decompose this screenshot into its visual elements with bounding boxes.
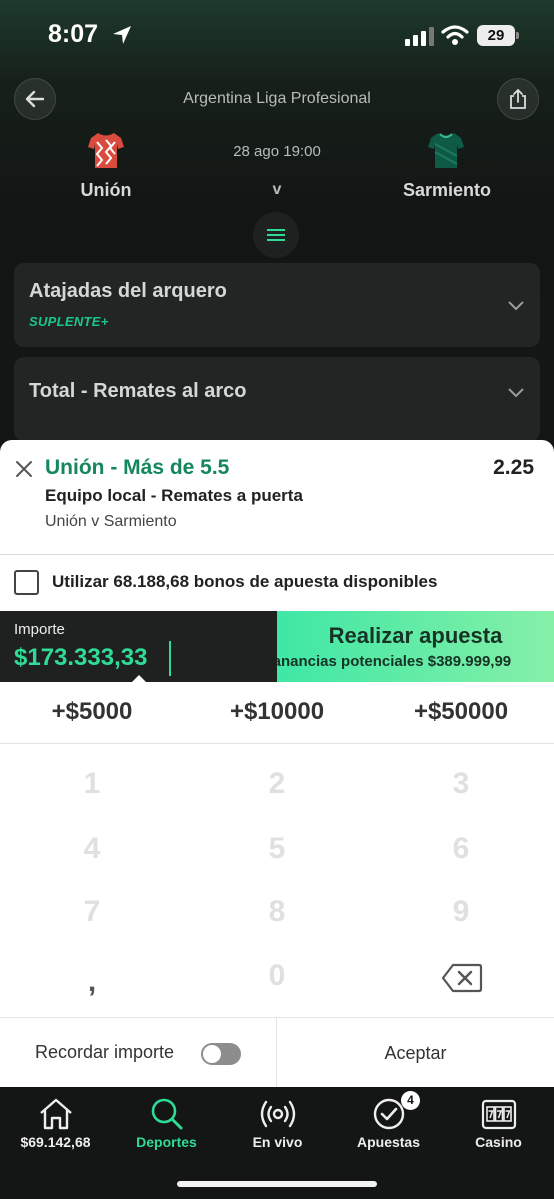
market-menu-button[interactable]: [253, 212, 299, 258]
stake-label: Importe: [14, 621, 65, 638]
selection-market: Equipo local - Remates a puerta: [45, 486, 303, 505]
market-title: Total - Remates al arco: [29, 380, 247, 402]
market-card-goalkeeper-saves[interactable]: Atajadas del arquero SUPLENTE+: [14, 263, 540, 347]
close-icon[interactable]: [14, 459, 34, 479]
battery-cap: [516, 32, 519, 39]
stake-pointer: [132, 675, 146, 682]
status-time: 8:07: [48, 20, 99, 48]
bet-selection: Unión - Más de 5.5 2.25 Equipo local - R…: [0, 440, 554, 555]
nav-item-live[interactable]: En vivo: [222, 1087, 333, 1162]
key-7[interactable]: 7: [32, 887, 152, 937]
backspace-icon[interactable]: [441, 963, 483, 993]
cellular-signal-icon: [405, 27, 434, 46]
key-9[interactable]: 9: [401, 887, 521, 937]
bonus-row: Utilizar 68.188,68 bonos de apuesta disp…: [0, 556, 554, 611]
match-date: 28 ago 19:00: [233, 143, 321, 160]
key-comma[interactable]: ,: [32, 957, 152, 1007]
home-icon: [40, 1098, 72, 1130]
remember-stake-toggle[interactable]: [201, 1043, 241, 1065]
live-icon: [260, 1100, 296, 1128]
market-title: Atajadas del arquero: [29, 280, 227, 302]
bonus-label: Utilizar 68.188,68 bonos de apuesta disp…: [52, 572, 438, 591]
nav-item-home[interactable]: $69.142,68: [0, 1087, 111, 1162]
status-bar: 8:07 29: [0, 0, 554, 70]
selection-odds: 2.25: [493, 456, 534, 479]
chevron-down-icon: [508, 301, 524, 311]
league-title: Argentina Liga Profesional: [183, 90, 371, 107]
nav-item-sports[interactable]: Deportes: [111, 1087, 222, 1162]
share-icon: [510, 88, 526, 109]
nav-label: Deportes: [136, 1134, 197, 1150]
key-2[interactable]: 2: [217, 759, 337, 809]
bet-slip: Unión - Más de 5.5 2.25 Equipo local - R…: [0, 440, 554, 1088]
key-8[interactable]: 8: [217, 887, 337, 937]
chevron-down-icon: [508, 388, 524, 398]
place-bet-button[interactable]: Realizar apuesta Ganancias potenciales $…: [277, 611, 554, 682]
key-6[interactable]: 6: [401, 824, 521, 874]
key-0[interactable]: 0: [217, 951, 337, 1001]
nav-label: $69.142,68: [20, 1134, 91, 1150]
text-caret: [169, 641, 171, 676]
battery-indicator: 29: [477, 25, 515, 46]
market-badge: SUPLENTE+: [29, 314, 109, 329]
home-indicator: [177, 1181, 377, 1187]
bets-count-badge: 4: [401, 1091, 420, 1110]
key-4[interactable]: 4: [32, 824, 152, 874]
nav-label: Casino: [475, 1134, 522, 1150]
quick-stake-row: +$5000 +$10000 +$50000: [0, 682, 554, 744]
nav-label: En vivo: [252, 1134, 303, 1150]
place-bet-label: Realizar apuesta: [328, 623, 503, 648]
numeric-keypad: 1 2 3 4 5 6 7 8 9 , 0: [0, 745, 554, 1017]
stake-input[interactable]: Importe $173.333,33: [0, 611, 277, 682]
away-team-name: Sarmiento: [402, 180, 492, 200]
nav-label: Apuestas: [356, 1134, 421, 1150]
slot-machine-icon: [481, 1099, 517, 1130]
share-button[interactable]: [497, 78, 539, 120]
hamburger-menu-icon: [267, 229, 285, 241]
wifi-icon: [441, 25, 469, 45]
quick-stake-5000-button[interactable]: +$5000: [17, 698, 167, 726]
location-arrow-icon: [113, 26, 131, 44]
selection-event: Unión v Sarmiento: [45, 513, 177, 530]
quick-stake-50000-button[interactable]: +$50000: [386, 698, 536, 726]
slip-actions: Recordar importe Aceptar: [0, 1017, 554, 1088]
accept-button[interactable]: Aceptar: [277, 1018, 554, 1088]
selection-title: Unión - Más de 5.5: [45, 456, 230, 479]
stake-value: $173.333,33: [14, 644, 148, 671]
search-icon: [151, 1098, 183, 1130]
key-5[interactable]: 5: [217, 824, 337, 874]
toggle-knob: [203, 1045, 221, 1063]
away-team-shirt-icon: [428, 133, 464, 168]
remember-stake-label: Recordar importe: [35, 1042, 175, 1062]
market-card-shots-on-target[interactable]: Total - Remates al arco: [14, 357, 540, 441]
key-3[interactable]: 3: [401, 759, 521, 809]
bonus-checkbox[interactable]: [14, 570, 39, 595]
nav-item-casino[interactable]: Casino: [443, 1087, 554, 1162]
quick-stake-10000-button[interactable]: +$10000: [202, 698, 352, 726]
nav-item-bets[interactable]: 4 Apuestas: [333, 1087, 444, 1162]
key-1[interactable]: 1: [32, 759, 152, 809]
potential-winnings: Ganancias potenciales $389.999,99: [277, 653, 512, 670]
